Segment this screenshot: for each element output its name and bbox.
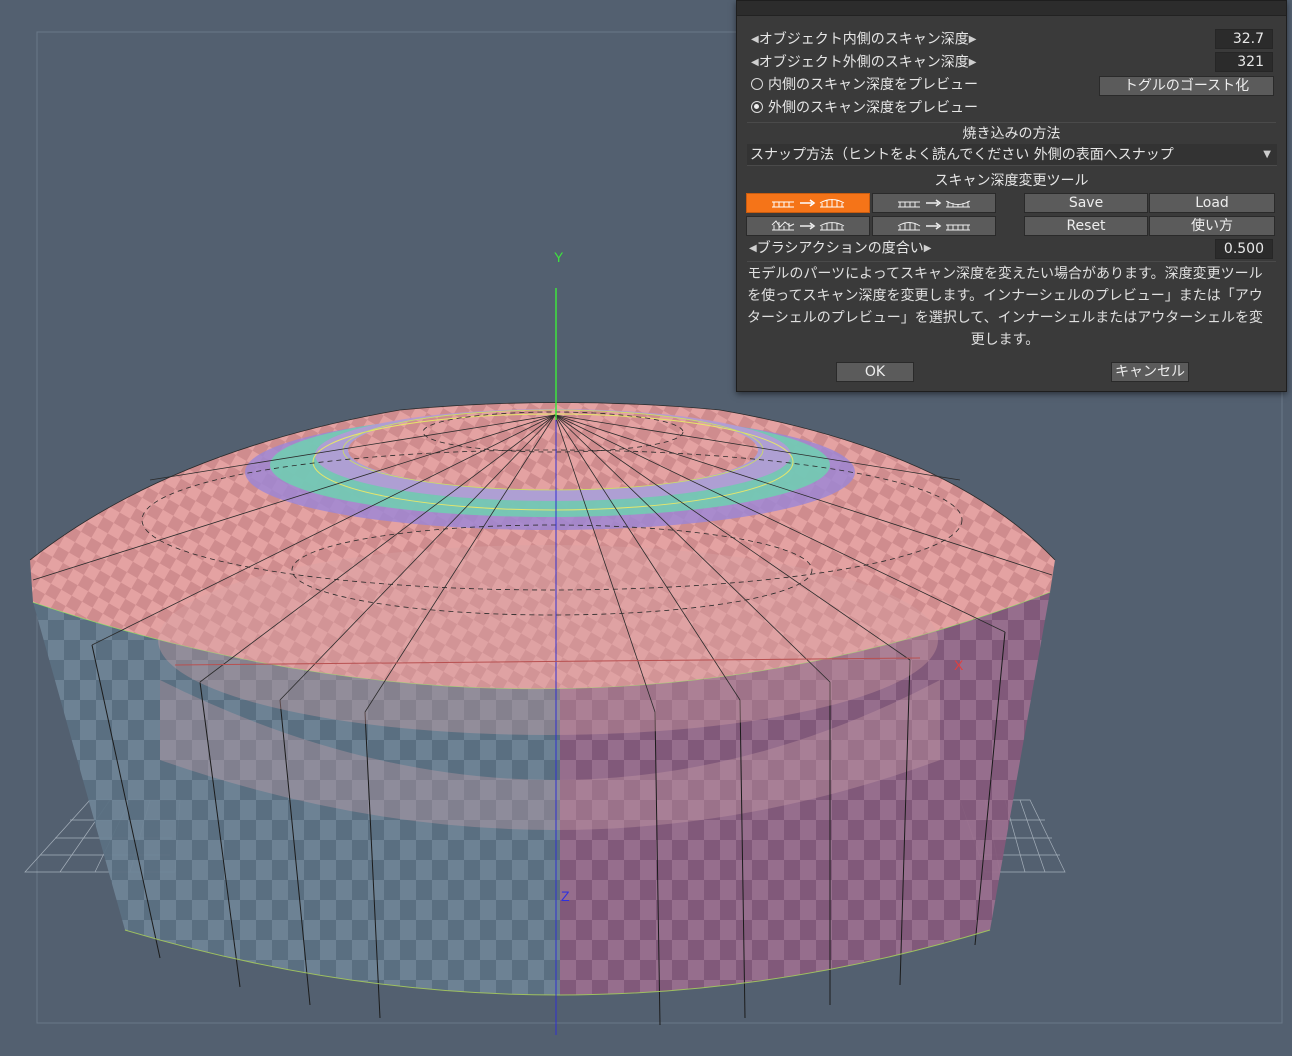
radio-icon[interactable] <box>751 78 763 90</box>
scan-tool-title: スキャン深度変更ツール <box>934 173 1089 189</box>
preview-inner-label: 内側のスキャン深度をプレビュー <box>768 77 978 93</box>
dome-to-flat-icon <box>897 222 970 231</box>
inner-depth-row: ◀オブジェクト内側のスキャン深度 ▶ <box>751 29 976 50</box>
brush-action-label: ブラシアクションの度合い <box>756 240 924 257</box>
inner-depth-label: オブジェクト内側のスキャン深度 <box>758 31 969 48</box>
increase-arrow-icon[interactable]: ▶ <box>969 29 977 50</box>
axis-label-z: Z <box>561 888 570 904</box>
outer-depth-label: オブジェクト外側のスキャン深度 <box>758 54 969 71</box>
flatten-depth-tool-button[interactable] <box>872 216 996 236</box>
increase-arrow-icon[interactable]: ▶ <box>969 52 977 73</box>
lower-depth-tool-button[interactable] <box>872 193 996 213</box>
snap-method-dropdown[interactable]: スナップ方法（ヒントをよく読んでください 外側の表面へスナップ ▼ <box>747 144 1277 166</box>
decrease-arrow-icon[interactable]: ◀ <box>749 238 757 259</box>
axis-label-y: Y <box>554 249 564 265</box>
hint-text: モデルのパーツによってスキャン深度を変えたい場合があります。深度変更ツールを使っ… <box>746 266 1264 348</box>
inner-depth-field[interactable]: 32.7 <box>1215 29 1273 49</box>
brush-action-row: ◀ブラシアクションの度合い ▶ <box>749 238 931 259</box>
cancel-button[interactable]: キャンセル <box>1111 362 1189 382</box>
ghost-toggle-button[interactable]: トグルのゴースト化 <box>1099 76 1274 96</box>
bake-method-title: 焼き込みの方法 <box>962 126 1061 142</box>
outer-depth-row: ◀オブジェクト外側のスキャン深度 ▶ <box>751 52 976 73</box>
radio-selected-icon[interactable] <box>751 101 763 113</box>
chevron-down-icon[interactable]: ▼ <box>1263 144 1271 166</box>
divider <box>747 261 1276 262</box>
ok-button[interactable]: OK <box>836 362 914 382</box>
load-button[interactable]: Load <box>1149 193 1275 213</box>
snap-method-value: スナップ方法（ヒントをよく読んでください 外側の表面へスナップ <box>750 147 1174 163</box>
divider <box>747 122 1276 123</box>
flat-to-dome-icon <box>772 199 845 208</box>
preview-inner-radio[interactable]: 内側のスキャン深度をプレビュー <box>751 75 978 96</box>
decrease-arrow-icon[interactable]: ◀ <box>751 52 759 73</box>
flat-to-dip-icon <box>898 199 971 208</box>
raise-depth-tool-button[interactable] <box>746 193 870 213</box>
brush-action-field[interactable]: 0.500 <box>1215 239 1273 259</box>
dialog-title-bar[interactable] <box>737 1 1286 16</box>
usage-button[interactable]: 使い方 <box>1149 216 1275 236</box>
preview-outer-radio[interactable]: 外側のスキャン深度をプレビュー <box>751 98 978 119</box>
decrease-arrow-icon[interactable]: ◀ <box>751 29 759 50</box>
preview-outer-label: 外側のスキャン深度をプレビュー <box>768 100 978 116</box>
save-button[interactable]: Save <box>1024 193 1148 213</box>
increase-arrow-icon[interactable]: ▶ <box>924 238 932 259</box>
axis-label-x: X <box>954 657 964 673</box>
reset-button[interactable]: Reset <box>1024 216 1148 236</box>
outer-depth-field[interactable]: 321 <box>1215 52 1273 72</box>
scan-depth-dialog: ◀オブジェクト内側のスキャン深度 ▶ 32.7 ◀オブジェクト外側のスキャン深度… <box>736 0 1287 392</box>
rough-to-dome-icon <box>771 220 845 231</box>
smooth-depth-tool-button[interactable] <box>746 216 870 236</box>
